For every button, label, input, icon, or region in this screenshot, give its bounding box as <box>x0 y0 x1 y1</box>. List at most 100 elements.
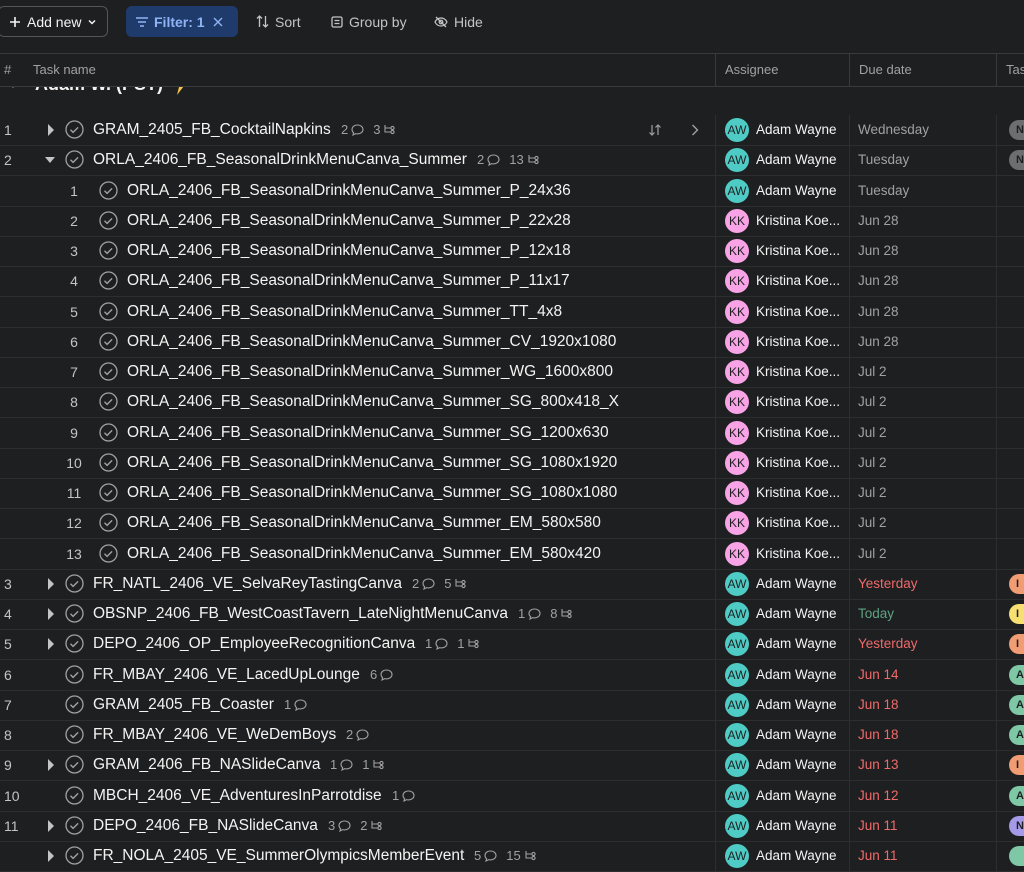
check-circle-icon[interactable] <box>65 150 84 169</box>
check-circle-icon[interactable] <box>65 634 84 653</box>
assignee-name[interactable]: Kristina Koe... <box>756 357 846 387</box>
assignee-name[interactable]: Adam Wayne <box>756 115 846 145</box>
check-circle-icon[interactable] <box>99 392 118 411</box>
assignee-name[interactable]: Kristina Koe... <box>756 266 846 296</box>
avatar[interactable]: AW <box>725 662 749 687</box>
assignee-name[interactable]: Kristina Koe... <box>756 236 846 266</box>
avatar[interactable]: AW <box>725 844 749 868</box>
avatar[interactable]: AW <box>725 783 749 808</box>
caret-right-icon[interactable] <box>45 819 57 832</box>
column-task-name[interactable]: Task name <box>33 54 96 86</box>
task-name[interactable]: ORLA_2406_FB_SeasonalDrinkMenuCanva_Summ… <box>93 145 467 175</box>
avatar[interactable]: AW <box>725 148 749 173</box>
task-name[interactable]: GRAM_2405_FB_Coaster <box>93 690 274 720</box>
check-circle-icon[interactable] <box>65 604 84 623</box>
table-row[interactable]: 13 ORLA_2406_FB_SeasonalDrinkMenuCanva_Su… <box>0 538 1024 570</box>
check-circle-icon[interactable] <box>99 271 118 290</box>
table-row[interactable]: 10 MBCH_2406_VE_AdventuresInParrotdise 1 AW… <box>0 780 1024 812</box>
due-date[interactable]: Jun 11 <box>858 811 898 841</box>
avatar[interactable]: KK <box>725 390 749 415</box>
due-date[interactable]: Jun 28 <box>858 206 899 236</box>
caret-right-icon[interactable] <box>45 124 57 136</box>
task-name[interactable]: OBSNP_2406_FB_WestCoastTavern_LateNightM… <box>93 599 508 629</box>
reorder-icon[interactable] <box>648 123 662 137</box>
tag-pill[interactable]: N <box>1009 150 1024 171</box>
tag-pill[interactable]: A <box>1009 664 1024 685</box>
caret-right-icon[interactable] <box>45 759 57 772</box>
task-name[interactable]: FR_MBAY_2406_VE_LacedUpLounge <box>93 660 360 690</box>
table-row[interactable]: 6 FR_MBAY_2406_VE_LacedUpLounge 6 AW Adam Wa… <box>0 659 1024 691</box>
assignee-name[interactable]: Adam Wayne <box>756 781 846 811</box>
avatar[interactable]: KK <box>725 239 749 263</box>
table-row[interactable]: 1 ORLA_2406_FB_SeasonalDrinkMenuCanva_Sum… <box>0 175 1024 207</box>
assignee-name[interactable]: Kristina Koe... <box>756 418 846 448</box>
task-name[interactable]: ORLA_2406_FB_SeasonalDrinkMenuCanva_Summ… <box>127 387 619 417</box>
tag-pill[interactable]: N <box>1009 120 1024 140</box>
due-date[interactable]: Jun 28 <box>858 266 899 296</box>
assignee-name[interactable]: Adam Wayne <box>756 629 846 659</box>
check-circle-icon[interactable] <box>65 664 84 684</box>
due-date[interactable]: Jul 2 <box>858 478 887 508</box>
task-name[interactable]: ORLA_2406_FB_SeasonalDrinkMenuCanva_Summ… <box>127 266 570 296</box>
due-date[interactable]: Jul 2 <box>858 539 887 569</box>
due-date[interactable]: Wednesday <box>858 115 929 145</box>
avatar[interactable]: KK <box>725 420 749 445</box>
check-circle-icon[interactable] <box>99 241 118 260</box>
sort-button[interactable]: Sort <box>256 6 301 37</box>
add-new-button[interactable]: Add new <box>0 6 108 37</box>
due-date[interactable]: Jul 2 <box>858 418 887 448</box>
tag-pill[interactable]: A <box>1009 694 1024 715</box>
column-divider[interactable] <box>849 54 850 86</box>
avatar[interactable]: KK <box>725 269 749 294</box>
table-row[interactable]: 8 FR_MBAY_2406_VE_WeDemBoys 2 AW Adam Wayne J… <box>0 720 1024 751</box>
check-circle-icon[interactable] <box>99 543 118 563</box>
table-row[interactable]: 10 ORLA_2406_FB_SeasonalDrinkMenuCanva_Su… <box>0 447 1024 479</box>
column-divider[interactable] <box>996 54 997 86</box>
assignee-name[interactable]: Adam Wayne <box>756 176 846 206</box>
table-row[interactable]: 3 FR_NATL_2406_VE_SelvaReyTastingCanva 2 5 A… <box>0 568 1024 600</box>
tag-pill[interactable] <box>1009 846 1024 866</box>
avatar[interactable]: AW <box>725 723 749 747</box>
assignee-name[interactable]: Adam Wayne <box>756 750 846 780</box>
filter-button[interactable]: Filter: 1 <box>126 6 238 37</box>
caret-right-icon[interactable] <box>45 577 57 590</box>
due-date[interactable]: Jun 12 <box>858 781 899 811</box>
assignee-name[interactable]: Adam Wayne <box>756 690 846 720</box>
due-date[interactable]: Jun 18 <box>858 720 899 750</box>
check-circle-icon[interactable] <box>99 513 118 532</box>
check-circle-icon[interactable] <box>99 483 118 502</box>
check-circle-icon[interactable] <box>99 301 118 321</box>
avatar[interactable]: AW <box>725 602 749 626</box>
check-circle-icon[interactable] <box>65 574 84 593</box>
assignee-name[interactable]: Adam Wayne <box>756 811 846 841</box>
task-name[interactable]: ORLA_2406_FB_SeasonalDrinkMenuCanva_Summ… <box>127 176 571 206</box>
task-name[interactable]: ORLA_2406_FB_SeasonalDrinkMenuCanva_Summ… <box>127 236 571 266</box>
tag-pill[interactable]: I <box>1009 573 1024 594</box>
table-row[interactable]: 11 ORLA_2406_FB_SeasonalDrinkMenuCanva_Su… <box>0 478 1024 509</box>
table-row[interactable]: 5 ORLA_2406_FB_SeasonalDrinkMenuCanva_Sum… <box>0 296 1024 328</box>
check-circle-icon[interactable] <box>65 846 84 865</box>
task-name[interactable]: DEPO_2406_FB_NASlideCanva <box>93 811 318 841</box>
check-circle-icon[interactable] <box>65 695 84 714</box>
task-name[interactable]: DEPO_2406_OP_EmployeeRecognitionCanva <box>93 629 415 659</box>
hide-button[interactable]: Hide <box>434 6 483 37</box>
avatar[interactable]: KK <box>725 299 749 324</box>
assignee-name[interactable]: Kristina Koe... <box>756 327 846 357</box>
table-row[interactable]: 9 ORLA_2406_FB_SeasonalDrinkMenuCanva_Sum… <box>0 417 1024 449</box>
avatar[interactable]: KK <box>725 511 749 536</box>
due-date[interactable]: Today <box>858 599 894 629</box>
due-date[interactable]: Jul 2 <box>858 387 887 417</box>
due-date[interactable]: Jul 2 <box>858 448 887 478</box>
column-divider[interactable] <box>715 54 716 86</box>
task-name[interactable]: ORLA_2406_FB_SeasonalDrinkMenuCanva_Summ… <box>127 297 562 327</box>
assignee-name[interactable]: Kristina Koe... <box>756 206 846 236</box>
table-row[interactable]: 2 ORLA_2406_FB_SeasonalDrinkMenuCanva_Sum… <box>0 145 1024 177</box>
avatar[interactable]: KK <box>725 329 749 354</box>
task-name[interactable]: ORLA_2406_FB_SeasonalDrinkMenuCanva_Summ… <box>127 508 601 538</box>
avatar[interactable]: KK <box>725 481 749 505</box>
avatar[interactable]: KK <box>725 208 749 233</box>
table-row[interactable]: FR_NOLA_2405_VE_SummerOlympicsMemberEven… <box>0 841 1024 872</box>
due-date[interactable]: Jun 11 <box>858 841 898 871</box>
column-due-date[interactable]: Due date <box>859 54 912 86</box>
table-row[interactable]: 2 ORLA_2406_FB_SeasonalDrinkMenuCanva_Sum… <box>0 205 1024 237</box>
